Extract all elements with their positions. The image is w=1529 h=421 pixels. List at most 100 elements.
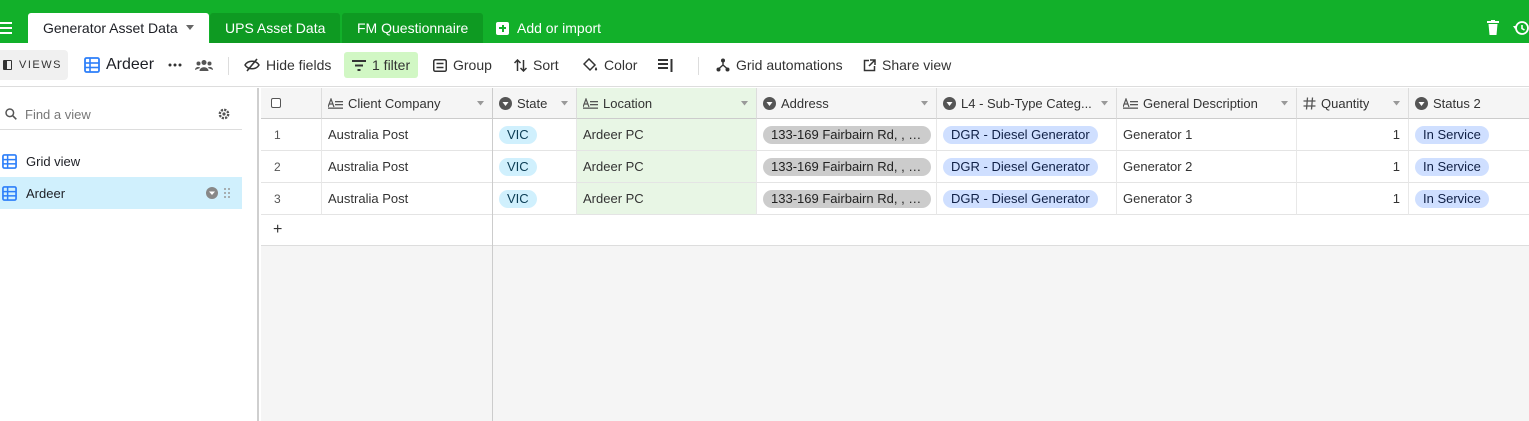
tab-fm-questionnaire[interactable]: FM Questionnaire: [342, 13, 484, 43]
cell-state[interactable]: VIC: [493, 183, 577, 215]
column-header-general-description[interactable]: General Description: [1117, 88, 1297, 119]
cell-address[interactable]: 133-169 Fairbairn Rd, , , ,...: [757, 119, 937, 151]
group-button[interactable]: Group: [433, 52, 492, 78]
hide-fields-label: Hide fields: [266, 57, 332, 73]
menu-icon[interactable]: [0, 20, 14, 36]
sidebar-item-ardeer[interactable]: Ardeer: [0, 177, 242, 209]
view-menu-button[interactable]: [168, 52, 182, 78]
find-view-input[interactable]: [25, 104, 205, 124]
status-pill: In Service: [1415, 189, 1489, 208]
share-icon: [863, 58, 876, 71]
row-number[interactable]: 1: [261, 119, 322, 151]
tab-generator-asset-data[interactable]: Generator Asset Data: [28, 13, 209, 43]
data-grid: Client Company State Location Address L4…: [261, 88, 1529, 421]
grid-view-icon: [84, 57, 100, 73]
cell-location[interactable]: Ardeer PC: [577, 119, 757, 151]
column-header-address[interactable]: Address: [757, 88, 937, 119]
grid-automations-button[interactable]: Grid automations: [716, 52, 843, 78]
long-text-icon: [328, 97, 343, 109]
frozen-column-divider[interactable]: [492, 88, 493, 421]
chevron-down-icon[interactable]: [1393, 101, 1400, 106]
column-header-l4-sub-type[interactable]: L4 - Sub-Type Categ...: [937, 88, 1117, 119]
toolbar-divider: [698, 57, 699, 75]
column-header-location[interactable]: Location: [577, 88, 757, 119]
row-number[interactable]: 2: [261, 151, 322, 183]
chevron-down-icon[interactable]: [1281, 101, 1288, 106]
tab-label: FM Questionnaire: [357, 20, 469, 36]
row-number[interactable]: 3: [261, 183, 322, 215]
group-label: Group: [453, 57, 492, 73]
cell-status-2[interactable]: In Service: [1409, 119, 1529, 151]
chevron-down-icon[interactable]: [1101, 101, 1108, 106]
color-button[interactable]: Color: [583, 52, 637, 78]
state-pill: VIC: [499, 125, 537, 144]
collaborative-view-button[interactable]: [195, 52, 213, 78]
column-label: Status 2: [1433, 95, 1481, 111]
chevron-down-icon[interactable]: [921, 101, 928, 106]
number-icon: [1303, 96, 1316, 110]
gear-icon[interactable]: [217, 107, 231, 121]
cell-general-description[interactable]: Generator 1: [1117, 119, 1297, 151]
view-item-actions: [206, 187, 230, 199]
single-select-icon: [1415, 96, 1428, 110]
filter-button[interactable]: 1 filter: [344, 52, 419, 78]
cell-state[interactable]: VIC: [493, 151, 577, 183]
hide-fields-button[interactable]: Hide fields: [244, 52, 331, 78]
chevron-down-icon[interactable]: [185, 25, 194, 31]
share-view-label: Share view: [882, 57, 952, 73]
cell-general-description[interactable]: Generator 2: [1117, 151, 1297, 183]
add-record-button[interactable]: +: [261, 215, 493, 246]
views-sidebar: Grid view Ardeer: [0, 88, 259, 421]
status-pill: In Service: [1415, 157, 1489, 176]
cell-sub-type[interactable]: DGR - Diesel Generator: [937, 119, 1117, 151]
color-label: Color: [604, 57, 638, 73]
cell-quantity[interactable]: 1: [1297, 119, 1409, 151]
cell-general-description[interactable]: Generator 3: [1117, 183, 1297, 215]
cell-quantity[interactable]: 1: [1297, 151, 1409, 183]
cell-quantity[interactable]: 1: [1297, 183, 1409, 215]
chevron-down-circle-icon[interactable]: [206, 187, 218, 199]
chevron-down-icon[interactable]: [477, 101, 484, 106]
views-toggle-button[interactable]: VIEWS: [0, 50, 68, 80]
row-height-button[interactable]: [658, 52, 673, 78]
column-label: Address: [781, 95, 829, 111]
select-all-checkbox[interactable]: [271, 98, 281, 108]
sidebar-item-grid-view[interactable]: Grid view: [0, 145, 242, 177]
sort-button[interactable]: Sort: [514, 52, 559, 78]
chevron-down-icon[interactable]: [561, 101, 568, 106]
cell-client-company[interactable]: Australia Post: [322, 183, 493, 215]
cell-status-2[interactable]: In Service: [1409, 151, 1529, 183]
history-icon[interactable]: [1513, 20, 1529, 36]
cell-sub-type[interactable]: DGR - Diesel Generator: [937, 183, 1117, 215]
column-header-status-2[interactable]: Status 2: [1409, 88, 1529, 119]
cell-client-company[interactable]: Australia Post: [322, 119, 493, 151]
cell-address[interactable]: 133-169 Fairbairn Rd, , , ,...: [757, 183, 937, 215]
column-header-client-company[interactable]: Client Company: [322, 88, 493, 119]
drag-handle-icon[interactable]: [224, 188, 230, 198]
cell-location[interactable]: Ardeer PC: [577, 151, 757, 183]
cell-status-2[interactable]: In Service: [1409, 183, 1529, 215]
tab-label: Generator Asset Data: [43, 20, 178, 36]
share-view-button[interactable]: Share view: [863, 52, 951, 78]
current-view-name[interactable]: Ardeer: [84, 52, 154, 78]
cell-location[interactable]: Ardeer PC: [577, 183, 757, 215]
trash-icon[interactable]: [1487, 20, 1499, 35]
long-text-icon: [1123, 97, 1138, 109]
grid-automations-label: Grid automations: [736, 57, 843, 73]
tab-ups-asset-data[interactable]: UPS Asset Data: [210, 13, 341, 43]
plus-icon: [496, 21, 509, 35]
cell-address[interactable]: 133-169 Fairbairn Rd, , , ,...: [757, 151, 937, 183]
cell-state[interactable]: VIC: [493, 119, 577, 151]
column-header-state[interactable]: State: [493, 88, 577, 119]
plus-icon: +: [273, 221, 283, 238]
chevron-down-icon[interactable]: [741, 101, 748, 106]
column-header-quantity[interactable]: Quantity: [1297, 88, 1409, 119]
sidebar-panel-icon: [3, 60, 12, 70]
cell-sub-type[interactable]: DGR - Diesel Generator: [937, 151, 1117, 183]
column-label: State: [517, 95, 548, 111]
sort-icon: [514, 58, 527, 72]
select-all-header: [261, 88, 322, 119]
cell-client-company[interactable]: Australia Post: [322, 151, 493, 183]
add-or-import-button[interactable]: Add or import: [496, 13, 601, 43]
view-toolbar: VIEWS Ardeer Hide fields 1 filter Group …: [0, 43, 1529, 87]
